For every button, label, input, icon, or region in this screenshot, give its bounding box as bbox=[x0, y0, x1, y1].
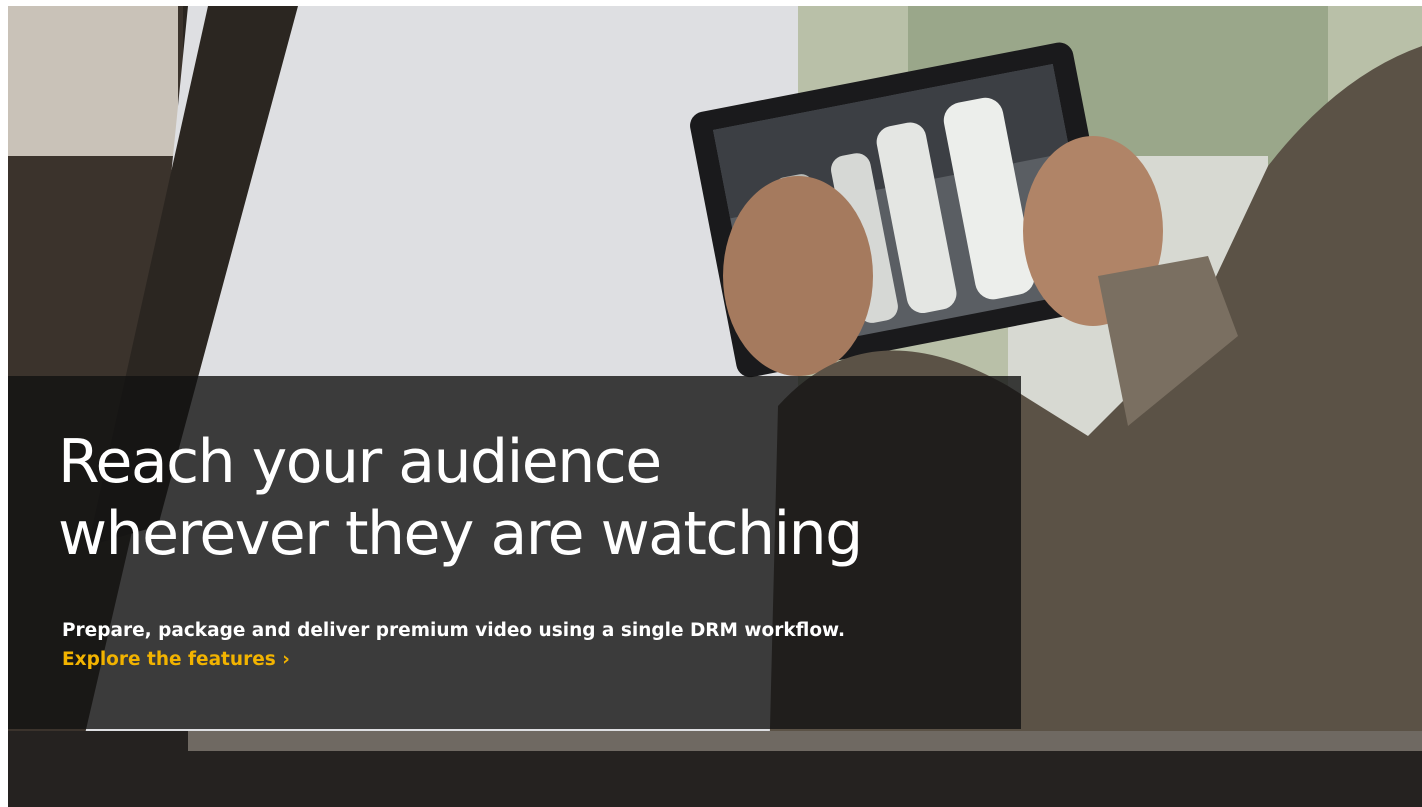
headline-line-1: Reach your audience bbox=[58, 427, 662, 497]
explore-features-link[interactable]: Explore the features › bbox=[62, 647, 290, 673]
headline-line-2: wherever they are watching bbox=[58, 499, 863, 569]
hero-subtext: Prepare, package and deliver premium vid… bbox=[62, 620, 845, 641]
caption-panel: Reach your audience wherever they are wa… bbox=[8, 376, 1021, 729]
hero-banner: Reach your audience wherever they are wa… bbox=[8, 6, 1422, 807]
hero-headline: Reach your audience wherever they are wa… bbox=[58, 426, 863, 570]
